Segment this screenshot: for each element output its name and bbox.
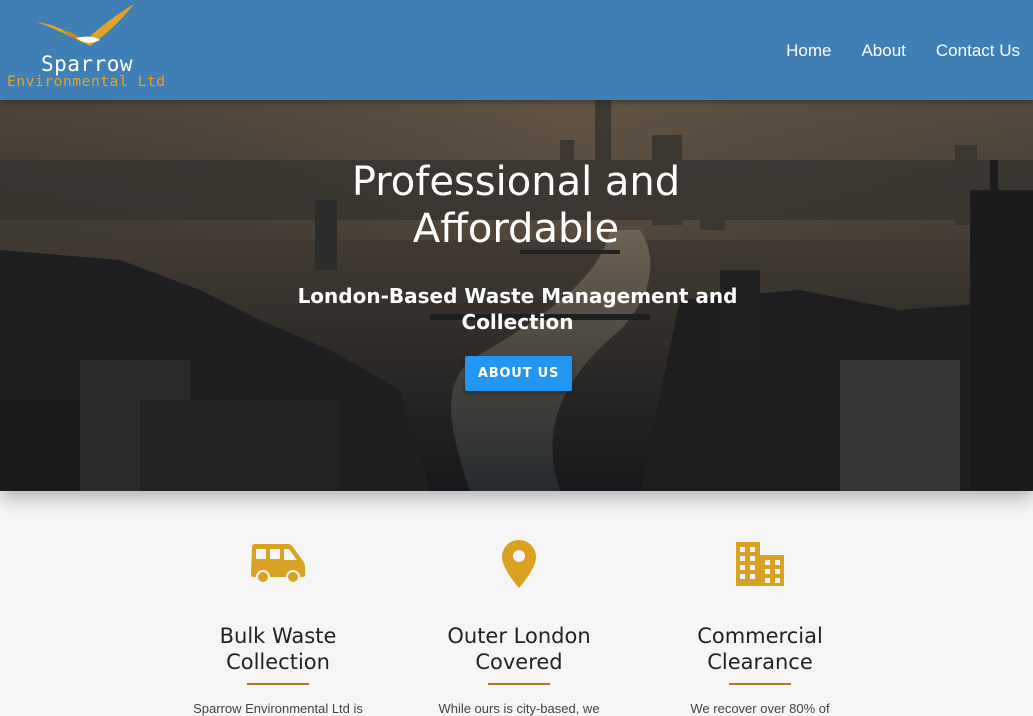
nav-about-link[interactable]: About [861,41,905,61]
feature-divider [247,683,309,685]
hero-title: Professional and Affordable [351,159,681,252]
features-section: Bulk Waste Collection Sparrow Environmen… [0,491,1033,716]
brand-logo[interactable]: Sparrow Environmental Ltd [4,0,174,96]
brand-name: Sparrow [41,52,134,76]
feature-divider [488,683,550,685]
building-icon [736,542,784,586]
feature-outer-london: Outer London Covered While ours is city-… [399,491,639,716]
sparrow-bird-logo-icon [36,4,134,46]
site-header: Sparrow Environmental Ltd Home About Con… [0,0,1033,100]
feature-bulk-waste: Bulk Waste Collection Sparrow Environmen… [158,491,398,716]
feature-commercial-clearance: Commercial Clearance We recover over 80%… [640,491,880,716]
van-icon [251,544,305,583]
map-pin-icon [502,540,536,588]
about-us-button[interactable]: ABOUT US [465,356,572,391]
hero-section: Professional and Affordable London-Based… [0,100,1033,491]
nav-contact-link[interactable]: Contact Us [936,41,1020,61]
feature-text: While ours is city-based, we [438,701,600,716]
feature-divider [729,683,791,685]
feature-text: Sparrow Environmental Ltd is [193,701,363,716]
feature-title: Commercial Clearance [697,624,823,674]
brand-subtitle: Environmental Ltd [7,74,166,90]
nav-home-link[interactable]: Home [786,41,831,61]
hero-subtitle: London-Based Waste Management and Collec… [297,284,738,334]
feature-title: Outer London Covered [447,624,591,674]
feature-text: We recover over 80% of [690,701,830,716]
feature-title: Bulk Waste Collection [219,624,337,674]
main-nav: Home About Contact Us [786,41,1020,61]
